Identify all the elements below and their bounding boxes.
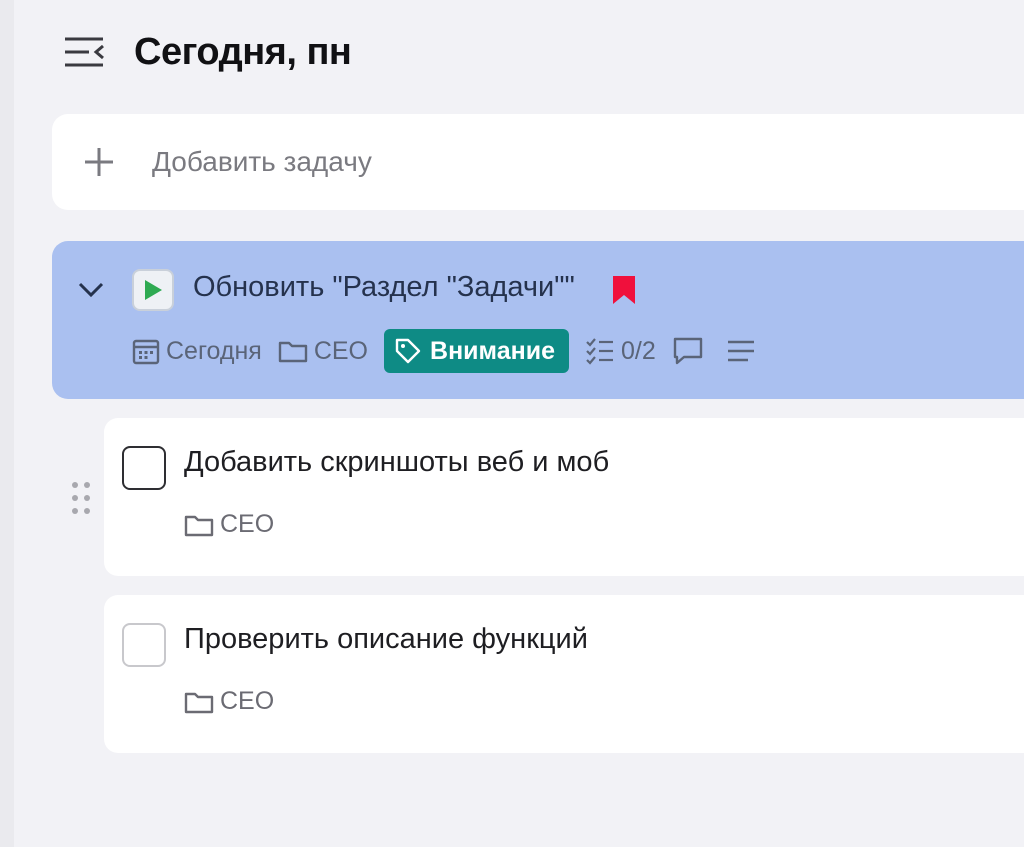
calendar-icon [132, 339, 160, 365]
subtask-project-label: CEO [220, 510, 275, 538]
add-task-placeholder: Добавить задачу [152, 146, 372, 177]
checklist-icon [586, 338, 613, 365]
start-task-button[interactable] [132, 269, 174, 311]
task-date[interactable]: Сегодня [132, 337, 262, 366]
task-project-label: CEO [313, 336, 369, 365]
subtask-project[interactable]: CEO [184, 687, 274, 716]
collapse-subtasks-button[interactable] [76, 275, 106, 305]
task-project[interactable]: CEO [278, 337, 368, 366]
add-task-input[interactable]: Добавить задачу [52, 114, 1024, 210]
subtasks-progress-label: 0/2 [620, 336, 656, 365]
menu-collapse-icon [65, 37, 104, 67]
comment-icon [673, 337, 702, 365]
play-icon [145, 280, 162, 300]
tag-chip[interactable]: Внимание [384, 329, 569, 373]
subtask-title[interactable]: Проверить описание функций [184, 623, 588, 656]
subtask-checkbox[interactable] [122, 623, 166, 667]
drag-handle-icon[interactable] [70, 480, 92, 516]
tag-icon [395, 338, 421, 364]
description-button[interactable] [726, 339, 762, 363]
bookmark-icon[interactable] [610, 274, 638, 306]
task-meta: Сегодня CEO Внимание 0/2 [132, 329, 778, 373]
task-title[interactable]: Обновить "Раздел "Задачи"" [193, 271, 575, 304]
subtask-item[interactable]: Добавить скриншоты веб и моб CEO [104, 418, 1024, 576]
subtask-project[interactable]: CEO [184, 510, 274, 539]
folder-icon [184, 515, 214, 536]
task-item-selected[interactable]: Обновить "Раздел "Задачи"" Сегодня CEO В… [52, 241, 1024, 399]
description-icon [727, 340, 754, 362]
menu-collapse-button[interactable] [62, 30, 106, 74]
subtask-item[interactable]: Проверить описание функций CEO [104, 595, 1024, 753]
sidebar-edge [0, 0, 14, 847]
comments-button[interactable] [672, 336, 710, 366]
plus-icon [82, 145, 116, 179]
subtask-project-label: CEO [220, 687, 275, 715]
tag-label: Внимание [430, 336, 555, 365]
subtask-title[interactable]: Добавить скриншоты веб и моб [184, 446, 609, 479]
task-date-label: Сегодня [166, 336, 262, 365]
folder-icon [278, 341, 308, 363]
subtask-checkbox[interactable] [122, 446, 166, 490]
subtasks-progress[interactable]: 0/2 [585, 337, 656, 366]
page-title: Сегодня, пн [134, 30, 352, 73]
folder-icon [184, 692, 214, 713]
page-header: Сегодня, пн [62, 24, 352, 80]
chevron-down-icon [78, 282, 104, 298]
